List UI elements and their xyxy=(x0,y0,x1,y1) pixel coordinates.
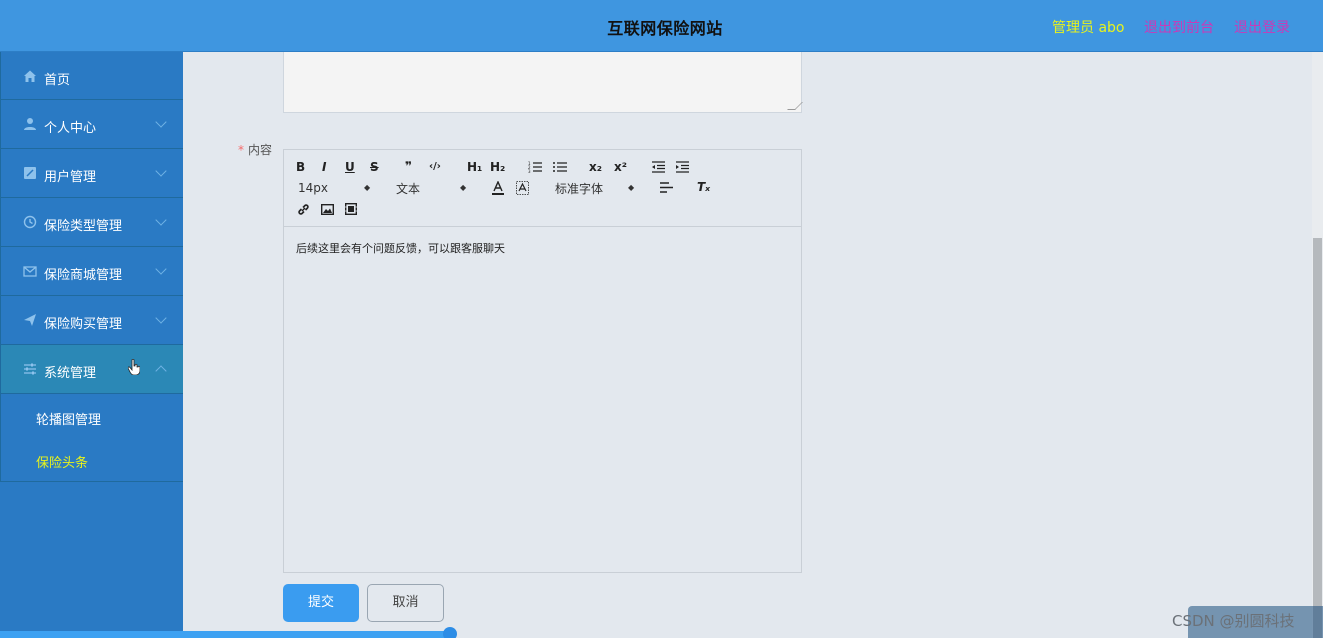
sidebar-item-label: 保险购买管理 xyxy=(44,317,123,332)
sidebar-item-insurance-purchase[interactable]: 保险购买管理 xyxy=(0,296,183,345)
bullet-list-icon[interactable] xyxy=(553,161,567,173)
sidebar-item-label: 个人中心 xyxy=(44,121,97,136)
vertical-scrollbar-thumb[interactable] xyxy=(1313,238,1322,638)
sidebar-item-label: 保险类型管理 xyxy=(44,219,123,234)
font-family-arrow-icon: ◆ xyxy=(628,183,635,192)
chevron-down-icon xyxy=(155,312,167,324)
code-button[interactable]: ‹/› xyxy=(429,161,441,172)
resize-grip-icon[interactable] xyxy=(787,102,803,110)
submit-button[interactable]: 提交 xyxy=(283,584,359,622)
sidebar-item-label: 系统管理 xyxy=(44,366,97,381)
exit-to-front-link[interactable]: 退出到前台 xyxy=(1144,17,1214,37)
edit-icon xyxy=(24,167,36,179)
font-size-arrow-icon: ◆ xyxy=(364,183,371,192)
outdent-icon[interactable] xyxy=(652,161,665,173)
content-label-text: 内容 xyxy=(248,143,273,157)
progress-bar xyxy=(0,631,452,638)
send-icon xyxy=(24,314,36,326)
sidebar-item-system[interactable]: 系统管理 xyxy=(0,345,183,394)
clock-icon xyxy=(23,215,37,229)
watermark: CSDN @别圆科技 xyxy=(1172,612,1295,630)
strike-button[interactable]: S xyxy=(370,160,379,174)
hand-cursor-icon xyxy=(128,359,140,375)
link-icon[interactable] xyxy=(297,203,310,216)
font-family-select[interactable]: 标准字体 xyxy=(555,180,603,197)
italic-button[interactable]: I xyxy=(322,160,326,174)
sidebar-item-label: 用户管理 xyxy=(44,170,97,185)
align-left-icon[interactable] xyxy=(660,182,673,193)
font-size-select[interactable]: 14px xyxy=(298,181,328,195)
chevron-down-icon xyxy=(155,263,167,275)
chevron-down-icon xyxy=(155,214,167,226)
user-icon xyxy=(24,118,36,130)
site-title: 互联网保险网站 xyxy=(607,19,723,38)
h1-button[interactable]: H₁ xyxy=(467,160,482,174)
content-label: * 内容 xyxy=(238,141,272,158)
rich-text-editor: B I U S ❞ ‹/› H₁ H₂ 123 x₂ x² 14px ◆ 文本 … xyxy=(283,149,802,573)
background-color-icon[interactable] xyxy=(516,181,529,195)
required-mark: * xyxy=(238,143,244,157)
paragraph-select[interactable]: 文本 xyxy=(396,180,420,197)
submenu-item-carousel[interactable]: 轮播图管理 xyxy=(36,409,101,428)
chevron-up-icon xyxy=(155,365,167,377)
sidebar-item-insurance-types[interactable]: 保险类型管理 xyxy=(0,198,183,247)
cancel-button[interactable]: 取消 xyxy=(367,584,444,622)
sidebar-item-label: 保险商城管理 xyxy=(44,268,123,283)
home-icon xyxy=(24,70,36,82)
mail-icon xyxy=(23,266,37,277)
underline-button[interactable]: U xyxy=(345,160,355,174)
superscript-button[interactable]: x² xyxy=(614,160,627,174)
sidebar-item-home[interactable]: 首页 xyxy=(0,52,183,100)
sidebar-item-users[interactable]: 用户管理 xyxy=(0,149,183,198)
editor-toolbar: B I U S ❞ ‹/› H₁ H₂ 123 x₂ x² 14px ◆ 文本 … xyxy=(284,150,801,227)
ordered-list-icon[interactable]: 123 xyxy=(528,161,542,173)
chevron-down-icon xyxy=(155,165,167,177)
image-icon[interactable] xyxy=(321,204,334,215)
submenu-item-headlines[interactable]: 保险头条 xyxy=(36,452,88,471)
progress-handle[interactable] xyxy=(443,627,457,638)
sidebar-item-insurance-shop[interactable]: 保险商城管理 xyxy=(0,247,183,296)
bold-button[interactable]: B xyxy=(296,160,305,174)
subscript-button[interactable]: x₂ xyxy=(589,160,602,174)
admin-user-label: 管理员 abo xyxy=(1052,20,1125,36)
h2-button[interactable]: H₂ xyxy=(490,160,505,174)
top-header: 互联网保险网站 管理员 abo 退出到前台 退出登录 xyxy=(0,0,1323,52)
sidebar-item-label: 首页 xyxy=(44,73,71,88)
font-color-icon[interactable] xyxy=(492,181,504,195)
indent-icon[interactable] xyxy=(676,161,689,173)
editor-content[interactable]: 后续这里会有个问题反馈，可以跟客服聊天 xyxy=(296,240,505,256)
settings-icon xyxy=(24,363,36,375)
quote-button[interactable]: ❞ xyxy=(405,159,412,173)
chevron-down-icon xyxy=(155,116,167,128)
logout-link[interactable]: 退出登录 xyxy=(1234,17,1290,37)
video-icon[interactable] xyxy=(345,203,357,215)
svg-text:3: 3 xyxy=(528,169,531,173)
sidebar: 首页 个人中心 用户管理 保险类型管理 保险商城管理 保险购买管理 系统管理 轮… xyxy=(0,52,183,638)
previous-textarea[interactable] xyxy=(283,52,803,113)
system-submenu: 轮播图管理 保险头条 xyxy=(0,394,183,482)
sidebar-item-profile[interactable]: 个人中心 xyxy=(0,100,183,149)
clear-format-button[interactable]: Tₓ xyxy=(697,180,710,194)
paragraph-arrow-icon: ◆ xyxy=(460,183,467,192)
